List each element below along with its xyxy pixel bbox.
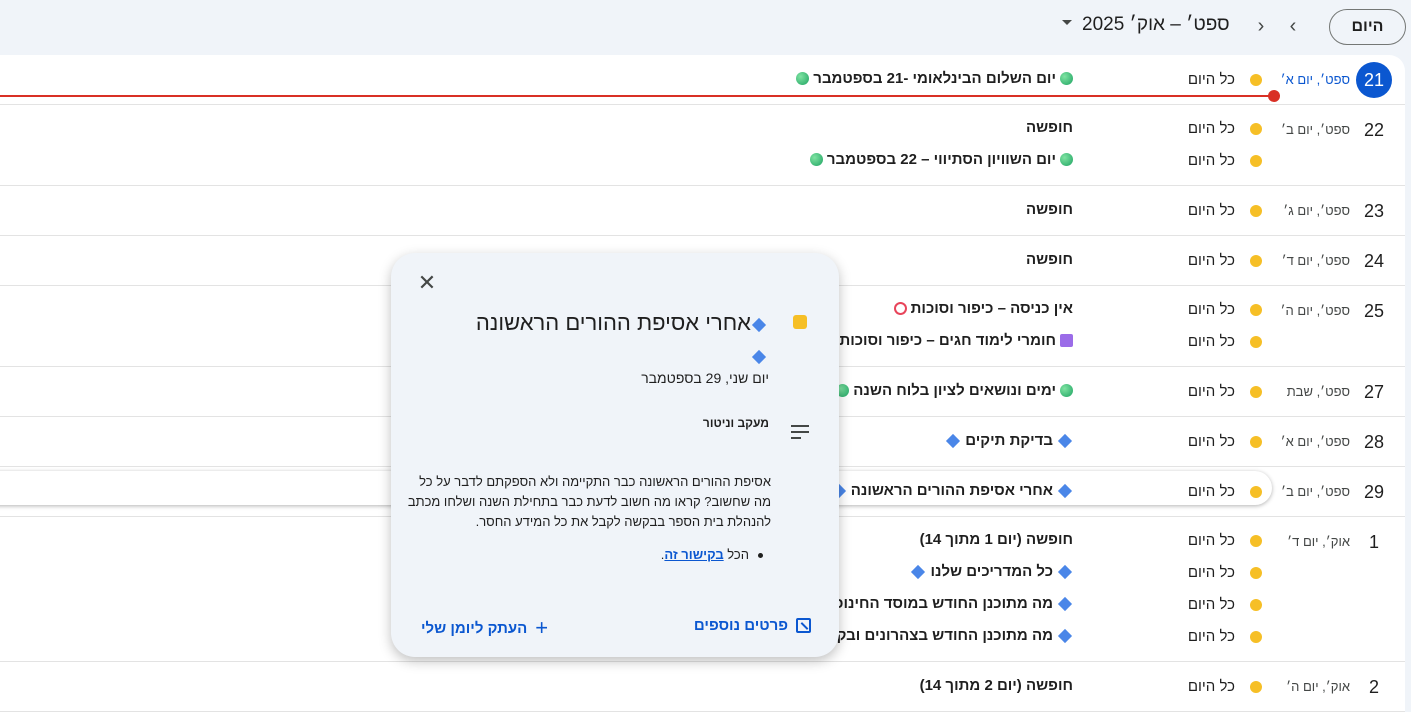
event-title: חופשה	[1025, 251, 1073, 268]
event-color-dot	[1250, 631, 1262, 643]
event-row[interactable]: כל היום יום השלום הבינלאומי -21 בספטמבר	[0, 64, 1405, 96]
event-title: יום השוויון הסתיווי – 22 בספטמבר	[809, 151, 1073, 168]
event-color-dot	[1250, 304, 1262, 316]
description-icon	[791, 425, 809, 439]
event-color-dot	[1250, 567, 1262, 579]
caret-down-icon[interactable]	[1062, 20, 1072, 25]
globe-icon	[796, 72, 810, 85]
all-day-label: כל היום	[1187, 532, 1235, 549]
diamond-icon	[1057, 628, 1073, 643]
copy-to-calendar-button[interactable]: + העתק ליומן שלי	[421, 617, 548, 639]
popup-link[interactable]: בקישור זה	[664, 547, 723, 562]
event-row[interactable]: כל היום חופשה (יום 2 מתוך 14)	[0, 671, 1405, 703]
current-time-line	[0, 95, 1274, 97]
all-day-label: כל היום	[1187, 596, 1235, 613]
more-details-button[interactable]: פרטים נוספים	[694, 617, 811, 634]
event-color-dot	[1250, 336, 1262, 348]
event-color-dot	[1250, 123, 1262, 135]
chevron-right-icon[interactable]: ›	[1247, 12, 1275, 40]
event-details-popup: ✕ אחרי אסיפת ההורים הראשונה יום שני, 29 …	[391, 253, 839, 657]
event-row[interactable]: כל היום יום השוויון הסתיווי – 22 בספטמבר	[0, 145, 1405, 177]
all-day-label: כל היום	[1187, 120, 1235, 137]
day-group: 2 אוק׳, יום ה׳ כל היום חופשה (יום 2 מתוך 14…	[0, 662, 1405, 712]
event-title: אחרי אסיפת ההורים הראשונה	[831, 482, 1073, 499]
diamond-icon	[1057, 596, 1073, 611]
all-day-label: כל היום	[1187, 252, 1235, 269]
diamond-icon	[1057, 483, 1073, 498]
all-day-label: כל היום	[1187, 564, 1235, 581]
event-color-dot	[1250, 436, 1262, 448]
all-day-label: כל היום	[1187, 202, 1235, 219]
event-color-dot	[1250, 386, 1262, 398]
event-color-dot	[1250, 74, 1262, 86]
day-group: 21 ספט׳, יום א׳ כל היום יום השלום הבינלאומי…	[0, 55, 1405, 105]
event-title: אין כניסה – כיפור וסוכות	[893, 300, 1073, 317]
all-day-label: כל היום	[1187, 383, 1235, 400]
event-title: בדיקת תיקים	[945, 432, 1073, 449]
plus-icon: +	[535, 615, 549, 640]
event-color-dot	[1250, 155, 1262, 167]
globe-icon	[1060, 384, 1073, 397]
diamond-icon	[911, 564, 926, 579]
month-range-label[interactable]: ספט׳ – אוק׳ 2025	[1082, 14, 1230, 36]
all-day-label: כל היום	[1187, 301, 1235, 318]
popup-event-title: אחרי אסיפת ההורים הראשונה	[437, 307, 767, 371]
globe-icon	[1060, 153, 1073, 166]
diamond-icon	[1057, 433, 1073, 448]
day-group: 22 ספט׳, יום ב׳ כל היום חופשה כל היום יום השו…	[0, 105, 1405, 186]
event-title: יום השלום הבינלאומי -21 בספטמבר	[796, 70, 1073, 87]
event-title: כל המדריכים שלנו	[910, 563, 1073, 580]
popup-bullet: הכל בקישור זה.	[660, 547, 764, 562]
chevron-left-icon[interactable]: ‹	[1279, 12, 1307, 40]
event-title: חומרי לימוד חגים – כיפור וסוכות	[822, 332, 1073, 349]
all-day-label: כל היום	[1187, 433, 1235, 450]
current-time-dot	[1268, 90, 1280, 102]
day-group: 23 ספט׳, יום ג׳ כל היום חופשה	[0, 186, 1405, 236]
event-title: חופשה (יום 1 מתוך 14)	[919, 531, 1073, 548]
diamond-icon	[1057, 564, 1073, 579]
event-title: חופשה	[1025, 201, 1073, 218]
event-color-dot	[1250, 486, 1262, 498]
globe-icon	[809, 153, 823, 166]
square-icon	[1060, 334, 1073, 347]
globe-icon	[1060, 72, 1073, 85]
calendar-header: היום ‹ › ספט׳ – אוק׳ 2025	[0, 0, 1411, 55]
event-color-dot	[1250, 205, 1262, 217]
event-title: מה מתוכנן החודש במוסד החינוכי?	[821, 595, 1073, 612]
all-day-label: כל היום	[1187, 678, 1235, 695]
diamond-icon	[751, 349, 767, 365]
popup-event-date: יום שני, 29 בספטמבר	[641, 370, 769, 386]
today-button[interactable]: היום	[1329, 9, 1406, 45]
event-color-dot	[1250, 535, 1262, 547]
event-color-dot	[1250, 599, 1262, 611]
open-external-icon	[796, 618, 811, 633]
all-day-label: כל היום	[1187, 483, 1235, 500]
diamond-icon	[946, 433, 961, 448]
popup-subtitle: מעקב וניטור	[702, 416, 769, 430]
all-day-label: כל היום	[1187, 152, 1235, 169]
event-title: ימים ונושאים לציון בלוח השנה	[836, 382, 1073, 399]
all-day-label: כל היום	[1187, 333, 1235, 350]
event-color-swatch	[793, 315, 807, 329]
event-title: חופשה	[1025, 119, 1073, 136]
event-color-dot	[1250, 255, 1262, 267]
event-row[interactable]: כל היום חופשה	[0, 195, 1405, 227]
event-row[interactable]: כל היום חופשה	[0, 113, 1405, 145]
all-day-label: כל היום	[1187, 71, 1235, 88]
all-day-label: כל היום	[1187, 628, 1235, 645]
popup-description: אסיפת ההורים הראשונה כבר התקיימה ולא הספ…	[407, 474, 771, 529]
event-title: חופשה (יום 2 מתוך 14)	[919, 677, 1073, 694]
diamond-icon	[751, 317, 767, 333]
circle-icon	[893, 302, 907, 315]
close-icon[interactable]: ✕	[415, 270, 439, 295]
scrollbar[interactable]	[1405, 55, 1411, 712]
event-color-dot	[1250, 681, 1262, 693]
